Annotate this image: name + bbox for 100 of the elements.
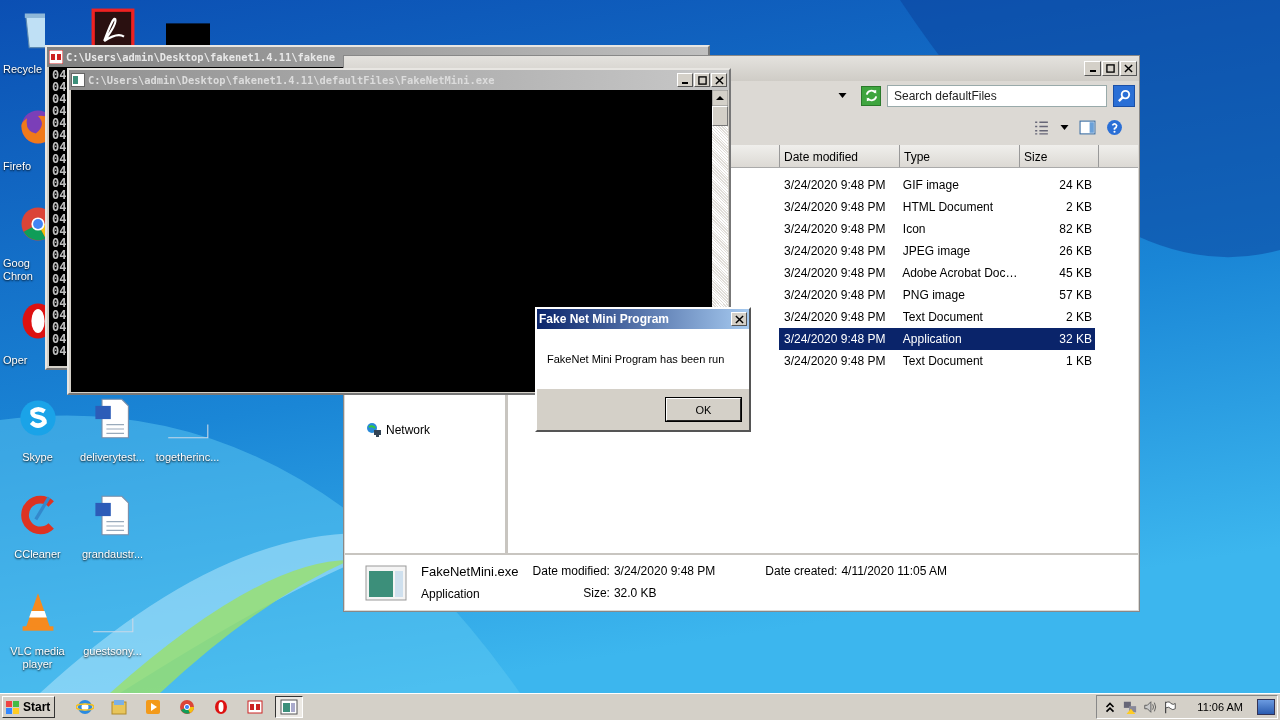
table-cell-text: 24 KB xyxy=(1058,177,1093,192)
icon-label: Recycle xyxy=(2,63,43,76)
volume-icon[interactable] xyxy=(1143,700,1158,714)
file-row[interactable]: 3/24/2020 9:48 PM GIF image 24 KB xyxy=(779,173,1095,196)
dialog-title: Fake Net Mini Program xyxy=(539,312,670,326)
nav-item[interactable]: Network xyxy=(345,422,430,439)
detail-value: 3/24/2020 9:48 PM xyxy=(613,564,716,579)
folder-icon xyxy=(110,698,129,716)
pdf-app-icon[interactable] xyxy=(90,8,135,45)
file-row[interactable]: 3/24/2020 9:48 PM PNG image 57 KB xyxy=(779,283,1095,306)
console-line: 04 xyxy=(52,249,67,261)
detail-value: 4/11/2020 11:05 AM xyxy=(841,564,948,579)
table-cell-text: 57 KB xyxy=(1058,287,1093,302)
icon-label: Goog Chron xyxy=(2,257,33,283)
console-line: 04 xyxy=(52,225,67,237)
icon-label: deliverytest... xyxy=(80,451,145,464)
refresh-button[interactable] xyxy=(861,85,881,106)
file-row[interactable]: 3/24/2020 9:48 PM Icon 82 KB xyxy=(779,217,1095,240)
search-button[interactable] xyxy=(1113,84,1135,107)
table-cell-text: 3/24/2020 9:48 PM xyxy=(783,199,887,214)
browser-icon xyxy=(76,698,95,716)
console-line: 04 xyxy=(52,165,67,177)
table-cell-text: 82 KB xyxy=(1058,221,1093,236)
icon-label: VLC media player xyxy=(9,645,66,671)
file-row[interactable]: 3/24/2020 9:48 PM Adobe Acrobat Doc… 45 KB xyxy=(779,261,1095,284)
close-button[interactable] xyxy=(1120,60,1137,76)
close-icon xyxy=(734,314,744,324)
console-window-icon xyxy=(71,73,85,87)
search-icon xyxy=(1116,88,1132,104)
console-line: 04 xyxy=(52,177,67,189)
show-desktop-button[interactable] xyxy=(1257,699,1275,715)
close-icon xyxy=(714,75,724,85)
icon-label: togetherinc... xyxy=(155,451,220,464)
console-line: 04 xyxy=(52,237,67,249)
file-row[interactable]: 3/24/2020 9:48 PM JPEG image 26 KB xyxy=(779,239,1095,262)
table-cell-text: Text Document xyxy=(901,309,984,324)
console-line: 04 xyxy=(52,189,67,201)
table-cell-text: 3/24/2020 9:48 PM xyxy=(783,309,887,324)
icon-label: grandaustr... xyxy=(81,548,144,561)
detail-label: Date modified: xyxy=(532,564,610,579)
table-cell-text: GIF image xyxy=(901,177,960,192)
preview-pane-icon[interactable] xyxy=(1079,119,1096,137)
file-row[interactable]: 3/24/2020 9:48 PM HTML Document 2 KB xyxy=(779,195,1095,218)
search-field[interactable]: Search defaultFiles xyxy=(887,84,1107,107)
console-line: 04 xyxy=(52,321,67,333)
maximize-button[interactable] xyxy=(694,73,710,87)
console-line: 04 xyxy=(52,141,67,153)
dialog-message: FakeNet Mini Program has been run xyxy=(547,353,725,365)
detail-label: Size: xyxy=(582,586,610,601)
minimize-button[interactable] xyxy=(1084,60,1101,76)
table-cell-text: 3/24/2020 9:48 PM xyxy=(783,287,887,302)
window-title: C:\Users\admin\Desktop\fakenet1.4.11\defaultFiles\FakeNetMini.exe xyxy=(88,74,496,86)
close-button[interactable] xyxy=(731,312,747,326)
table-cell-text: 3/24/2020 9:48 PM xyxy=(783,177,887,192)
table-cell-text: 26 KB xyxy=(1058,243,1093,258)
ok-button[interactable]: OK xyxy=(666,398,741,421)
scroll-thumb[interactable] xyxy=(712,106,728,126)
close-button[interactable] xyxy=(711,73,727,87)
console-line: 04 xyxy=(52,81,67,93)
console-line: 04 xyxy=(52,69,67,81)
console-line: 04 xyxy=(52,297,67,309)
console-line: 04 xyxy=(52,345,67,357)
maximize-icon xyxy=(1106,63,1115,73)
file-type: Application xyxy=(421,587,481,602)
help-icon[interactable] xyxy=(1106,119,1123,137)
table-cell-text: HTML Document xyxy=(901,199,995,214)
table-cell-text: 3/24/2020 9:48 PM xyxy=(783,331,887,346)
table-cell-text: PNG image xyxy=(901,287,966,302)
minimize-button[interactable] xyxy=(677,73,693,87)
table-cell-text: JPEG image xyxy=(901,243,972,258)
minimize-icon xyxy=(1089,70,1096,73)
table-cell-text: Text Document xyxy=(901,353,984,368)
file-row[interactable]: 3/24/2020 9:48 PM Text Document 1 KB xyxy=(779,349,1095,372)
console-line: 04 xyxy=(52,285,67,297)
app-icon xyxy=(49,50,63,64)
maximize-button[interactable] xyxy=(1102,60,1119,76)
column-header[interactable]: Type xyxy=(899,144,1019,167)
column-header[interactable]: Size xyxy=(1019,144,1098,167)
file-row[interactable]: 3/24/2020 9:48 PM Application 32 KB xyxy=(779,327,1095,350)
console-line: 04 xyxy=(52,213,67,225)
windows-logo-icon xyxy=(5,699,21,715)
console-line: 04 xyxy=(52,117,67,129)
app-window-icon xyxy=(365,564,407,601)
scrollbar[interactable] xyxy=(712,90,728,304)
network-icon[interactable] xyxy=(1123,700,1138,714)
table-cell-text: 3/24/2020 9:48 PM xyxy=(783,265,887,280)
console-line: 04 xyxy=(52,201,67,213)
scroll-up-icon[interactable] xyxy=(712,90,728,106)
flag-icon[interactable] xyxy=(1163,700,1178,714)
column-header[interactable]: Date modified xyxy=(779,144,899,167)
clock[interactable]: 11:06 AM xyxy=(1197,701,1243,713)
file-row[interactable]: 3/24/2020 9:48 PM Text Document 2 KB xyxy=(779,305,1095,328)
views-icon[interactable] xyxy=(1033,119,1050,137)
caret-icon[interactable] xyxy=(1060,125,1069,131)
caret-icon[interactable] xyxy=(838,93,847,99)
taskbar-button[interactable] xyxy=(275,696,304,718)
console-line: 04 xyxy=(52,153,67,165)
maximize-icon xyxy=(697,75,707,85)
detail-label: Date created: xyxy=(765,564,838,579)
start-button[interactable]: Start xyxy=(2,696,56,718)
